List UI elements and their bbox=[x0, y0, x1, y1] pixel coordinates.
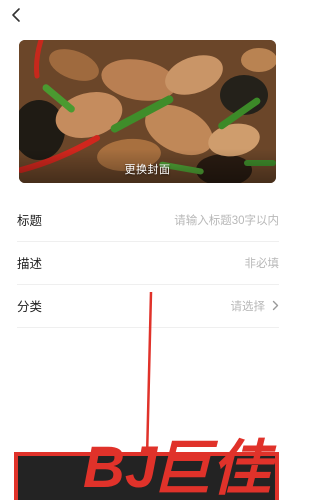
chevron-right-icon bbox=[272, 300, 279, 311]
description-input[interactable]: 非必填 bbox=[245, 255, 280, 271]
category-label: 分类 bbox=[17, 300, 43, 314]
cover-image[interactable]: 更换封面 bbox=[19, 40, 276, 183]
back-button[interactable] bbox=[6, 4, 30, 28]
description-row[interactable]: 描述 非必填 bbox=[17, 241, 279, 285]
title-label: 标题 bbox=[17, 214, 43, 228]
title-row[interactable]: 标题 请输入标题30字以内 bbox=[17, 198, 279, 242]
chevron-left-icon bbox=[12, 8, 20, 22]
description-label: 描述 bbox=[17, 257, 43, 271]
title-input[interactable]: 请输入标题30字以内 bbox=[174, 212, 279, 228]
category-value: 请选择 bbox=[230, 300, 266, 313]
top-bar bbox=[0, 0, 295, 36]
watermark-logo: BJ 巨佳 bbox=[83, 434, 277, 500]
category-select[interactable]: 请选择 bbox=[231, 298, 280, 314]
change-cover-button[interactable]: 更换封面 bbox=[19, 161, 276, 177]
svg-text:巨佳: 巨佳 bbox=[151, 434, 277, 500]
svg-text:BJ: BJ bbox=[83, 435, 159, 500]
